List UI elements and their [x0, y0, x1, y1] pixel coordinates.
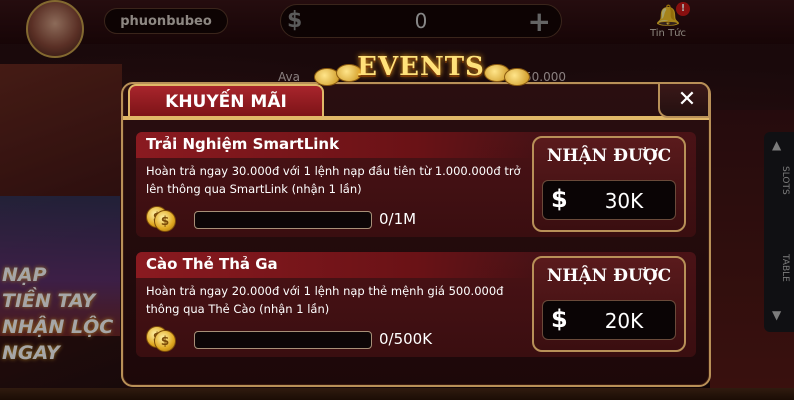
reward-amount-box: $ 20K: [542, 300, 676, 340]
event-card-smartlink: Trải Nghiệm SmartLink Hoàn trả ngay 30.0…: [136, 132, 696, 237]
progress-text: 0/1M: [379, 210, 417, 228]
close-button[interactable]: ✕: [672, 86, 702, 114]
event-title: Cào Thẻ Thả Ga: [146, 255, 278, 273]
event-description: Hoàn trả ngay 30.000đ với 1 lệnh nạp đầu…: [146, 164, 521, 196]
event-card-the-cao: Cào Thẻ Thả Ga Hoàn trả ngay 20.000đ với…: [136, 252, 696, 357]
coin-stack-icon: $ $: [146, 326, 180, 352]
tab-khuyen-mai[interactable]: KHUYẾN MÃI: [128, 84, 324, 118]
dollar-icon: $: [551, 305, 568, 333]
events-banner: EVENTS: [308, 52, 530, 92]
progress-bar: [194, 331, 372, 349]
reward-amount: 30K: [604, 189, 644, 213]
tab-underline: [123, 116, 709, 120]
progress-bar: [194, 211, 372, 229]
reward-label: NHẬN ĐƯỢC: [546, 266, 672, 286]
dollar-icon: $: [551, 185, 568, 213]
claim-reward-button[interactable]: NHẬN ĐƯỢC $ 30K: [532, 136, 686, 232]
reward-amount: 20K: [604, 309, 644, 333]
coin-icon: $: [154, 210, 176, 232]
event-description: Hoàn trả ngay 20.000đ với 1 lệnh nạp thẻ…: [146, 284, 504, 316]
events-title: EVENTS: [357, 52, 485, 82]
coin-icon: $: [154, 330, 176, 352]
coin-decoration-icon: [504, 68, 530, 86]
reward-amount-box: $ 30K: [542, 180, 676, 220]
progress-text: 0/500K: [379, 330, 433, 348]
claim-reward-button[interactable]: NHẬN ĐƯỢC $ 20K: [532, 256, 686, 352]
reward-label: NHẬN ĐƯỢC: [546, 146, 672, 166]
event-title: Trải Nghiệm SmartLink: [146, 135, 340, 153]
coin-stack-icon: $ $: [146, 206, 180, 232]
